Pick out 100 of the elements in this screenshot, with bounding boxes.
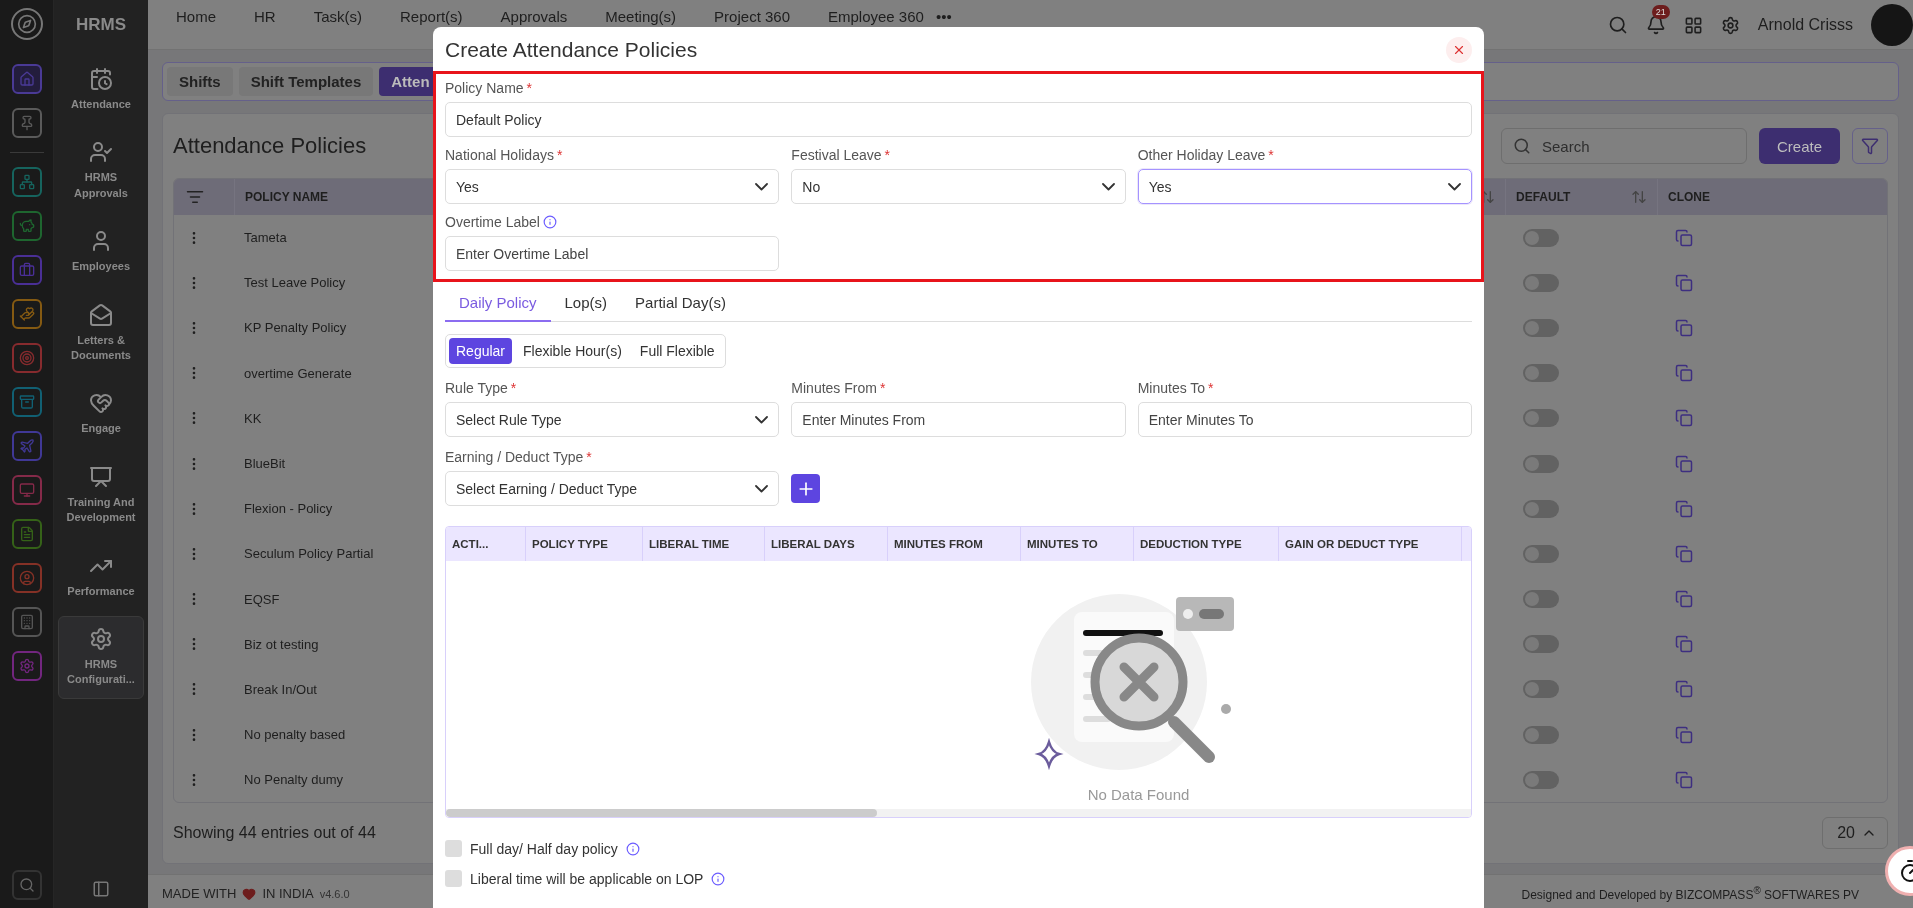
rail-app-button[interactable] — [11, 431, 42, 461]
copy-icon[interactable] — [1675, 725, 1693, 744]
select-field[interactable]: Yes — [1137, 169, 1472, 204]
sidebar-item[interactable]: Employees — [58, 218, 144, 286]
search-field[interactable]: Search — [1500, 128, 1747, 164]
copy-icon[interactable] — [1675, 318, 1693, 337]
scrollbar-thumb[interactable] — [446, 809, 877, 817]
mode-option[interactable]: Full Flexible — [632, 338, 722, 364]
filter-button[interactable] — [1852, 128, 1888, 164]
default-toggle[interactable] — [1523, 635, 1559, 654]
rail-app-button[interactable] — [11, 651, 42, 681]
copy-icon[interactable] — [1675, 499, 1693, 518]
copy-icon[interactable] — [1675, 409, 1693, 428]
rail-app-button[interactable] — [11, 519, 42, 549]
collapse-sidebar-icon[interactable] — [92, 880, 110, 899]
copy-icon[interactable] — [1675, 273, 1693, 292]
add-button[interactable] — [791, 474, 821, 503]
rail-app-button[interactable] — [11, 343, 42, 373]
search-button[interactable] — [11, 870, 42, 901]
rail-app-button[interactable] — [11, 475, 42, 505]
settings-icon[interactable] — [1720, 15, 1740, 35]
rail-app-button[interactable] — [11, 255, 42, 285]
sidebar-item[interactable]: Attendance — [58, 56, 144, 124]
close-button[interactable] — [1446, 37, 1472, 63]
bell-icon[interactable] — [1645, 15, 1666, 35]
avatar[interactable] — [1871, 4, 1913, 46]
policy-name-cell-text: No penalty based — [243, 727, 346, 743]
info-icon[interactable] — [625, 841, 640, 856]
input-field[interactable]: Enter Minutes From — [791, 402, 1126, 437]
select-field[interactable]: Select Earning / Deduct Type — [445, 471, 780, 506]
sidebar-item[interactable]: Training And Development — [58, 453, 144, 537]
copy-icon[interactable] — [1675, 680, 1693, 699]
search-icon[interactable] — [1607, 15, 1628, 35]
app-name: HRMS — [75, 14, 127, 36]
copy-icon[interactable] — [1675, 635, 1693, 654]
nav-link[interactable]: HR — [254, 8, 276, 25]
default-toggle[interactable] — [1523, 364, 1559, 383]
default-toggle[interactable] — [1523, 454, 1559, 473]
subtab[interactable]: Shift Templates — [238, 67, 374, 96]
default-toggle[interactable] — [1523, 499, 1559, 518]
default-toggle[interactable] — [1523, 725, 1559, 744]
nav-link[interactable]: Employee 360 — [828, 8, 924, 25]
rail-app-button[interactable] — [11, 211, 42, 241]
default-toggle[interactable] — [1523, 273, 1559, 292]
sidebar-item[interactable]: Letters & Documents — [58, 291, 144, 375]
select-field[interactable]: Select Rule Type — [445, 402, 780, 437]
nav-link[interactable]: Meeting(s) — [605, 8, 677, 25]
info-icon[interactable] — [711, 871, 726, 886]
default-toggle[interactable] — [1523, 590, 1559, 609]
copy-icon[interactable] — [1675, 770, 1693, 789]
nav-link[interactable]: Project 360 — [714, 8, 790, 25]
nav-link[interactable]: Approvals — [500, 8, 568, 25]
default-toggle[interactable] — [1523, 409, 1559, 428]
info-icon[interactable] — [542, 215, 557, 229]
rail-app-button[interactable] — [11, 387, 42, 417]
policy-tab[interactable]: Partial Day(s) — [621, 286, 740, 322]
select-field[interactable]: No — [791, 169, 1126, 204]
copy-icon[interactable] — [1675, 364, 1693, 383]
default-toggle[interactable] — [1523, 770, 1559, 789]
default-toggle[interactable] — [1523, 318, 1559, 337]
sidebar-item[interactable]: HRMS Approvals — [58, 129, 144, 213]
apps-grid-icon[interactable] — [1683, 15, 1703, 35]
copy-icon[interactable] — [1675, 590, 1693, 609]
nav-link[interactable]: Report(s) — [400, 8, 463, 25]
overtime-label-field[interactable]: Enter Overtime Label — [445, 236, 780, 271]
create-button[interactable]: Create — [1758, 128, 1840, 164]
subtab[interactable]: Shifts — [167, 67, 233, 96]
copy-icon[interactable] — [1675, 228, 1693, 247]
default-toggle[interactable] — [1523, 228, 1559, 247]
nav-link[interactable]: Home — [176, 8, 216, 25]
rail-app-button[interactable] — [11, 607, 42, 637]
policy-tab[interactable]: Lop(s) — [550, 286, 622, 322]
copy-icon[interactable] — [1675, 544, 1693, 563]
nav-link[interactable]: Task(s) — [313, 8, 363, 25]
rail-app-button[interactable] — [11, 167, 42, 197]
checkbox[interactable] — [445, 870, 462, 887]
policy-name-cell-text: Test Leave Policy — [243, 275, 346, 291]
policy-tab[interactable]: Daily Policy — [445, 286, 551, 322]
rail-app-button[interactable] — [11, 108, 42, 138]
rail-app-button[interactable] — [11, 299, 42, 329]
logo[interactable] — [10, 8, 43, 40]
default-toggle[interactable] — [1523, 680, 1559, 699]
select-field[interactable]: Yes — [445, 169, 780, 204]
page-size-select[interactable]: 20 — [1822, 817, 1888, 850]
more-menu[interactable]: ••• — [935, 8, 952, 25]
user-name[interactable]: Arnold Crisss — [1757, 16, 1853, 34]
sidebar-item[interactable]: HRMS Configurati... — [58, 615, 144, 699]
mode-option[interactable]: Flexible Hour(s) — [516, 338, 629, 364]
rail-app-button[interactable] — [11, 563, 42, 593]
default-toggle[interactable] — [1523, 544, 1559, 563]
input-field[interactable]: Enter Minutes To — [1137, 402, 1472, 437]
sidebar-item[interactable]: Engage — [58, 380, 144, 448]
checkbox[interactable] — [445, 840, 462, 857]
policy-name-field[interactable]: Default Policy — [445, 102, 1472, 137]
policy-name-cell-text: BlueBit — [243, 456, 286, 472]
column-settings-icon[interactable] — [186, 188, 204, 206]
copy-icon[interactable] — [1675, 454, 1693, 473]
rail-app-button[interactable] — [11, 64, 42, 94]
sidebar-item[interactable]: Performance — [58, 542, 144, 610]
mode-option[interactable]: Regular — [449, 338, 513, 364]
